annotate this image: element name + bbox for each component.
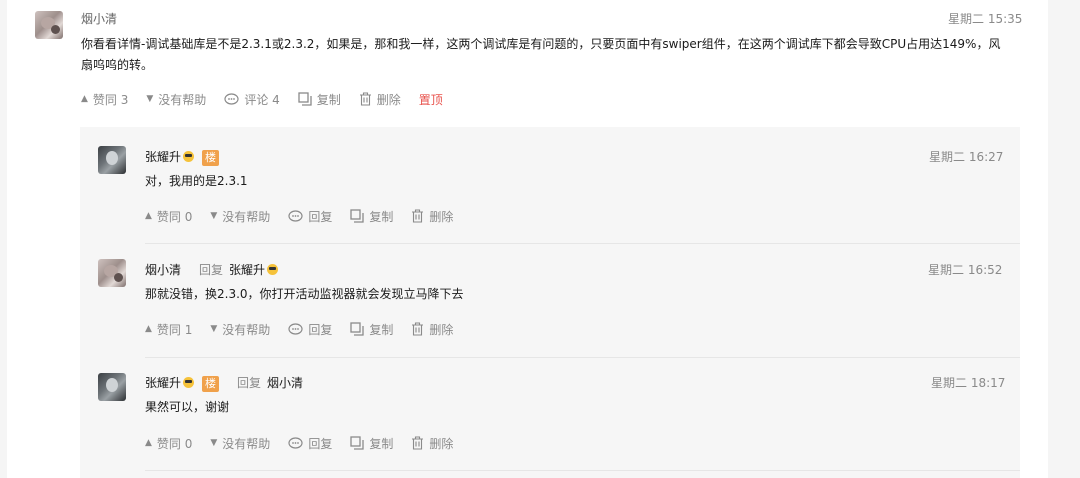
reply-button[interactable]: 回复	[288, 435, 332, 452]
reply-to-user[interactable]: 烟小清	[267, 376, 303, 390]
reply-author-row: 张耀升 楼 回复 烟小清	[145, 374, 303, 392]
copy-button[interactable]: 复制	[350, 321, 393, 338]
reply-label: 回复	[308, 209, 333, 224]
divider	[145, 243, 1020, 244]
copy-icon	[350, 436, 364, 450]
copy-icon	[350, 209, 364, 223]
reply-time: 星期二 16:27	[929, 150, 1004, 164]
pin-button[interactable]: 置顶	[419, 91, 443, 108]
reply-text: 对，我用的是2.3.1	[145, 174, 248, 188]
trash-icon	[411, 209, 424, 223]
reply-text: 那就没错，换2.3.0，你打开活动监视器就会发现立马降下去	[145, 287, 464, 301]
floor-tag: 楼	[202, 150, 220, 166]
like-label: 赞同 0	[156, 436, 193, 451]
unhelpful-label: 没有帮助	[222, 436, 271, 451]
trash-icon	[359, 92, 372, 106]
delete-label: 删除	[376, 92, 401, 107]
trash-icon	[411, 322, 424, 336]
copy-button[interactable]: 复制	[350, 208, 393, 225]
reply-button[interactable]: 回复	[288, 321, 332, 338]
unhelpful-label: 没有帮助	[222, 209, 271, 224]
reply-time: 星期二 16:52	[928, 263, 1003, 277]
reply-time: 星期二 18:17	[931, 376, 1006, 390]
like-button[interactable]: ▲ 赞同 0	[145, 208, 192, 225]
delete-label: 删除	[429, 209, 454, 224]
delete-button[interactable]: 删除	[411, 435, 453, 452]
sunglasses-emoji-icon	[183, 151, 195, 162]
unhelpful-button[interactable]: ▼ 没有帮助	[210, 208, 270, 225]
delete-label: 删除	[429, 322, 454, 337]
reply-to-user[interactable]: 张耀升	[229, 263, 265, 277]
comment-text: 你看看详情-调试基础库是不是2.3.1或2.3.2，如果是，那和我一样，这两个调…	[81, 37, 1001, 72]
sunglasses-emoji-icon	[267, 264, 279, 275]
comment-author[interactable]: 烟小清	[81, 10, 117, 28]
copy-label: 复制	[369, 209, 394, 224]
triangle-down-icon: ▼	[210, 438, 218, 448]
triangle-down-icon: ▼	[146, 94, 154, 104]
like-label: 赞同 1	[156, 322, 193, 337]
reply-author[interactable]: 张耀升	[145, 150, 181, 164]
divider	[145, 357, 1020, 358]
comments-label: 评论 4	[244, 92, 280, 107]
divider	[145, 470, 1020, 471]
reply-author[interactable]: 张耀升	[145, 376, 181, 390]
delete-label: 删除	[429, 436, 454, 451]
unhelpful-button[interactable]: ▼ 没有帮助	[210, 435, 270, 452]
reply-author[interactable]: 烟小清	[145, 263, 181, 277]
triangle-down-icon: ▼	[210, 211, 218, 221]
unhelpful-label: 没有帮助	[158, 92, 207, 107]
copy-label: 复制	[316, 92, 341, 107]
reply-text: 果然可以，谢谢	[145, 400, 230, 414]
triangle-up-icon: ▲	[145, 438, 152, 448]
delete-button[interactable]: 删除	[359, 91, 401, 108]
avatar[interactable]	[98, 259, 126, 287]
reply-to-label: 回复	[199, 263, 224, 277]
reply-label: 回复	[308, 322, 333, 337]
reply-to-label: 回复	[237, 376, 262, 390]
reply-button[interactable]: 回复	[288, 208, 332, 225]
chat-bubble-icon	[288, 209, 303, 223]
like-label: 赞同 0	[156, 209, 193, 224]
copy-icon	[350, 322, 364, 336]
reply-author-row: 烟小清 回复 张耀升	[145, 261, 279, 279]
chat-bubble-icon	[288, 322, 303, 336]
unhelpful-label: 没有帮助	[222, 322, 271, 337]
avatar[interactable]	[98, 146, 126, 174]
chat-bubble-icon	[288, 436, 303, 450]
reply-actions: ▲ 赞同 1 ▼ 没有帮助 回复 复制 删除	[145, 319, 471, 339]
avatar[interactable]	[98, 373, 126, 401]
reply-actions: ▲ 赞同 0 ▼ 没有帮助 回复 复制 删除	[145, 206, 471, 226]
like-button[interactable]: ▲ 赞同 0	[145, 435, 192, 452]
triangle-up-icon: ▲	[145, 211, 152, 221]
copy-button[interactable]: 复制	[350, 435, 393, 452]
chat-bubble-icon	[224, 92, 239, 106]
unhelpful-button[interactable]: ▼ 没有帮助	[210, 321, 270, 338]
triangle-down-icon: ▼	[210, 324, 218, 334]
delete-button[interactable]: 删除	[411, 321, 453, 338]
trash-icon	[411, 436, 424, 450]
sunglasses-emoji-icon	[183, 377, 195, 388]
comments-button[interactable]: 评论 4	[224, 91, 280, 108]
like-button[interactable]: ▲ 赞同 1	[145, 321, 192, 338]
like-label: 赞同 3	[92, 92, 129, 107]
triangle-up-icon: ▲	[81, 94, 88, 104]
reply-label: 回复	[308, 436, 333, 451]
unhelpful-button[interactable]: ▼ 没有帮助	[146, 91, 206, 108]
copy-button[interactable]: 复制	[298, 91, 341, 108]
avatar[interactable]	[35, 11, 63, 39]
pin-label: 置顶	[418, 92, 443, 107]
reply-author-row: 张耀升 楼	[145, 148, 220, 166]
triangle-up-icon: ▲	[145, 324, 152, 334]
delete-button[interactable]: 删除	[411, 208, 453, 225]
copy-label: 复制	[369, 436, 394, 451]
copy-icon	[298, 92, 312, 106]
comment-actions: ▲ 赞同 3 ▼ 没有帮助 评论 4 复制 删除 置顶	[81, 89, 461, 109]
comment-time: 星期二 15:35	[948, 12, 1023, 26]
floor-tag: 楼	[202, 376, 220, 392]
like-button[interactable]: ▲ 赞同 3	[81, 91, 128, 108]
reply-actions: ▲ 赞同 0 ▼ 没有帮助 回复 复制 删除	[145, 433, 471, 453]
copy-label: 复制	[369, 322, 394, 337]
